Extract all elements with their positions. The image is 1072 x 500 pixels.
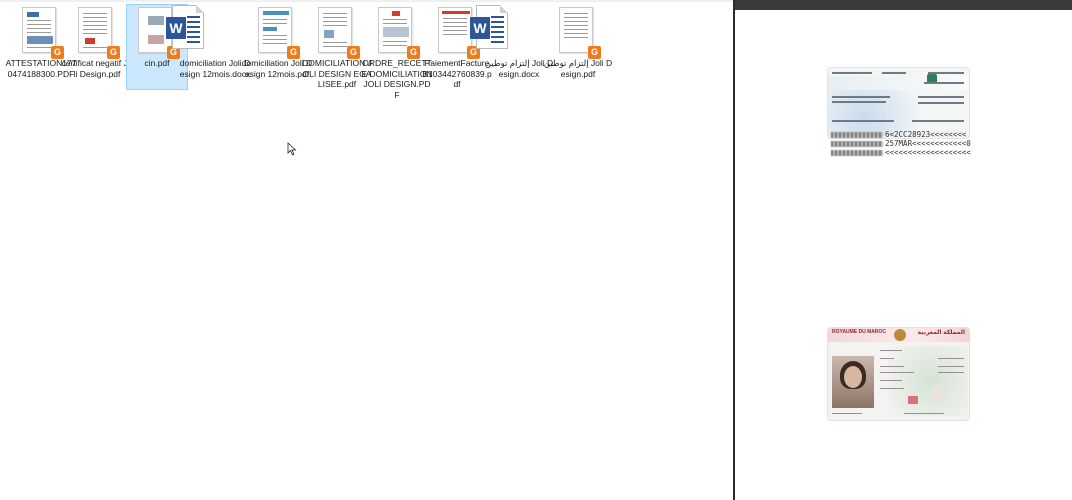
word-document-icon: W [166,5,204,53]
preview-pane: 6<2CC28923<<<<<<<< 257MAR<<<<<<<<<<<<0 <… [735,10,1072,500]
pdf-thumbnail: G [78,7,120,59]
id-card-back-image [828,68,969,138]
holder-photo [832,356,874,408]
file-tile-iltizam-docx[interactable]: W إلتزام توطين Joli Design.docx [470,4,553,90]
pdf-thumbnail: G [559,7,601,59]
card-header-latin: ROYAUME DU MAROC [832,329,886,335]
top-strip [0,0,733,2]
mrz-line: 257MAR<<<<<<<<<<<<0 [885,139,971,148]
id-card-front-image: ROYAUME DU MAROC المملكة المغربية [828,328,969,420]
preview-toolbar [735,0,1072,10]
mrz-block: 6<2CC28923<<<<<<<< 257MAR<<<<<<<<<<<<0 <… [831,130,991,157]
pdf-thumbnail: G [22,7,64,59]
mouse-cursor-icon [287,142,297,156]
file-name: إلتزام توطين Joli Design.pdf [543,58,613,79]
ghost-photo [932,386,946,402]
pdf-thumbnail: G [318,7,360,59]
card-header-arabic: المملكة المغربية [917,330,965,336]
pdf-thumbnail: G [258,7,300,59]
file-tile-ordre-recette[interactable]: G ORDRE_RECETTE DOMICILIATION JOLI DESIG… [361,4,433,100]
file-tile-domiciliation-pdf[interactable]: G domiciliation Joli Design 12mois.pdf [242,4,312,90]
mrz-line: <<<<<<<<<<<<<<<<<<< [885,148,971,157]
word-document-icon: W [470,5,508,53]
file-tile-domiciliation-docx[interactable]: W domiciliation Joli Design 12mois.docx [166,4,250,90]
file-tile-certificat-negatif[interactable]: G certificat negatif Joli Design.pdf [62,4,132,90]
file-pane[interactable]: G ATTESTATION1770474188300.PDF G certifi… [0,0,733,500]
file-tile-domiciliation-egalisee[interactable]: G DOMICILIATION JOLI DESIGN EGALISEE.pdf [302,4,372,90]
file-tile-iltizam-pdf[interactable]: G إلتزام توطين Joli Design.pdf [544,4,612,90]
mrz-line: 6<2CC28923<<<<<<<< [885,130,967,139]
coat-of-arms-icon [894,329,906,341]
pdf-thumbnail: G [378,7,420,59]
